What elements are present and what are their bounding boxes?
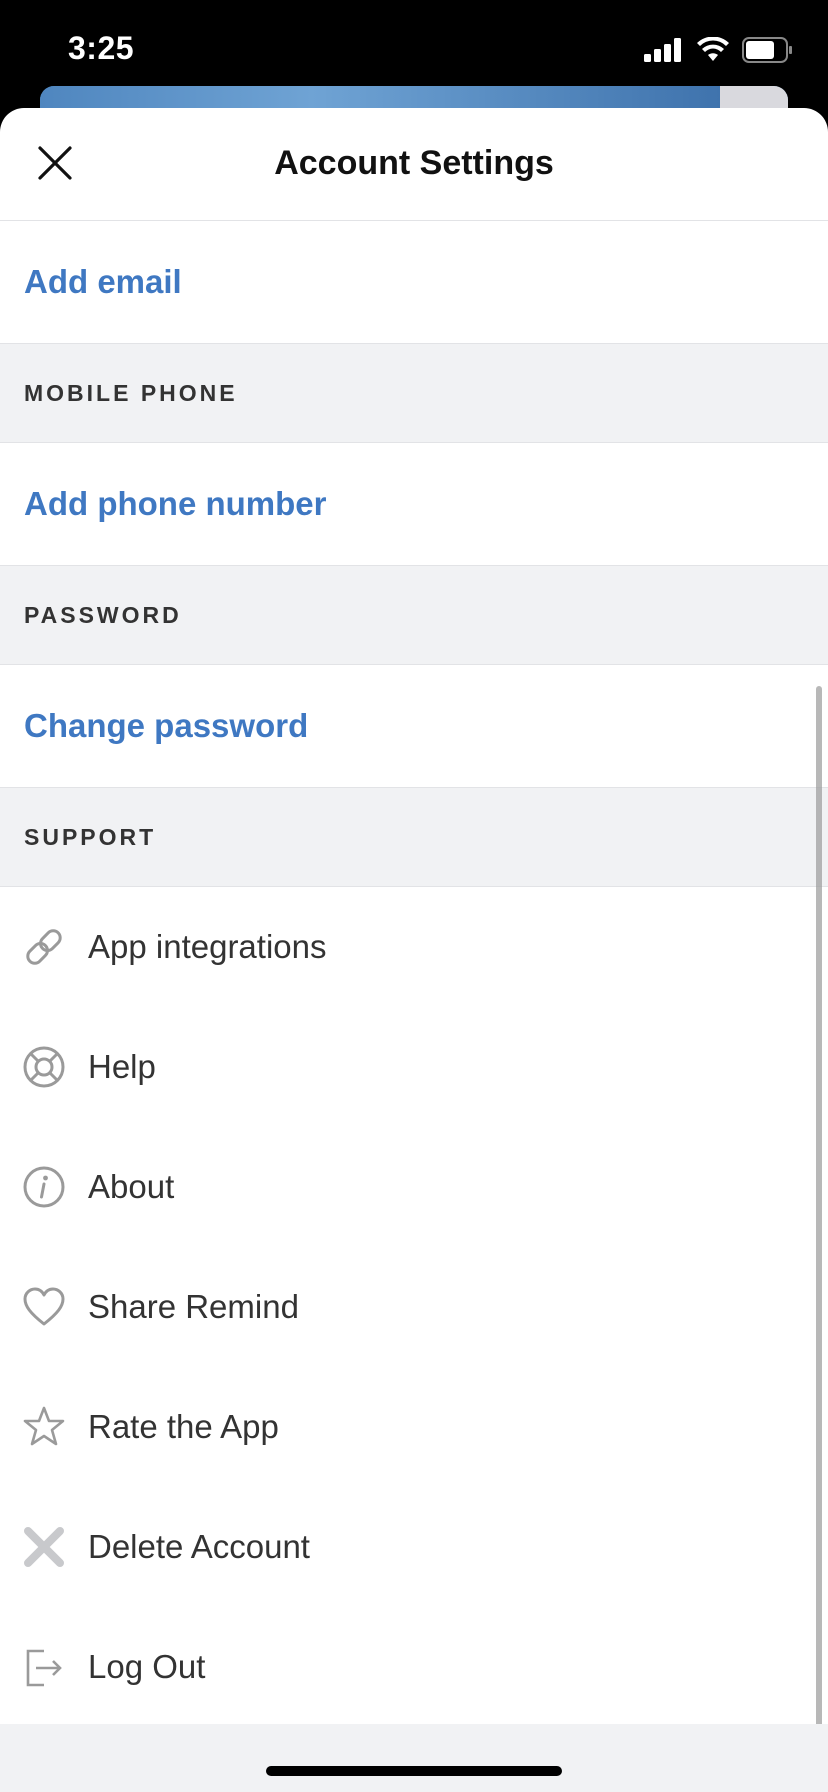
logout-icon bbox=[22, 1645, 66, 1689]
x-icon bbox=[22, 1525, 66, 1569]
change-password-link[interactable]: Change password bbox=[0, 665, 828, 788]
status-icons bbox=[644, 36, 794, 64]
menu-item-label: Help bbox=[88, 1048, 156, 1085]
menu-item-label: Rate the App bbox=[88, 1408, 279, 1445]
section-header-password: PASSWORD bbox=[0, 566, 828, 665]
status-bar: 3:25 bbox=[0, 0, 828, 100]
add-phone-number-link[interactable]: Add phone number bbox=[0, 443, 828, 566]
menu-item-rate-the-app[interactable]: Rate the App bbox=[0, 1367, 828, 1487]
sheet-header: Account Settings bbox=[0, 108, 828, 221]
heart-icon bbox=[22, 1285, 66, 1329]
menu-item-delete-account[interactable]: Delete Account bbox=[0, 1487, 828, 1607]
page-title: Account Settings bbox=[274, 144, 554, 182]
signal-icon bbox=[644, 38, 681, 62]
menu-item-label: Delete Account bbox=[88, 1528, 310, 1565]
link-icon bbox=[22, 925, 66, 969]
add-email-link[interactable]: Add email bbox=[0, 221, 828, 344]
battery-icon bbox=[742, 37, 792, 63]
bottom-safe-area bbox=[0, 1724, 828, 1792]
home-indicator[interactable] bbox=[266, 1766, 562, 1776]
menu-item-app-integrations[interactable]: App integrations bbox=[0, 887, 828, 1007]
info-icon bbox=[22, 1165, 66, 1209]
wifi-icon bbox=[697, 37, 729, 61]
account-settings-sheet: Account Settings Add email MOBILE PHONE … bbox=[0, 108, 828, 1792]
menu-item-log-out[interactable]: Log Out bbox=[0, 1607, 828, 1727]
star-icon bbox=[22, 1405, 66, 1449]
menu-item-help[interactable]: Help bbox=[0, 1007, 828, 1127]
status-time: 3:25 bbox=[68, 30, 135, 66]
section-header-mobile-phone: MOBILE PHONE bbox=[0, 344, 828, 443]
lifebuoy-icon bbox=[22, 1045, 66, 1089]
menu-item-label: App integrations bbox=[88, 928, 327, 965]
menu-item-label: Share Remind bbox=[88, 1288, 299, 1325]
menu-item-about[interactable]: About bbox=[0, 1127, 828, 1247]
menu-item-label: Log Out bbox=[88, 1648, 206, 1685]
section-header-support: SUPPORT bbox=[0, 788, 828, 887]
menu-item-share-remind[interactable]: Share Remind bbox=[0, 1247, 828, 1367]
scrollbar[interactable] bbox=[816, 686, 822, 1792]
menu-item-label: About bbox=[88, 1168, 175, 1205]
